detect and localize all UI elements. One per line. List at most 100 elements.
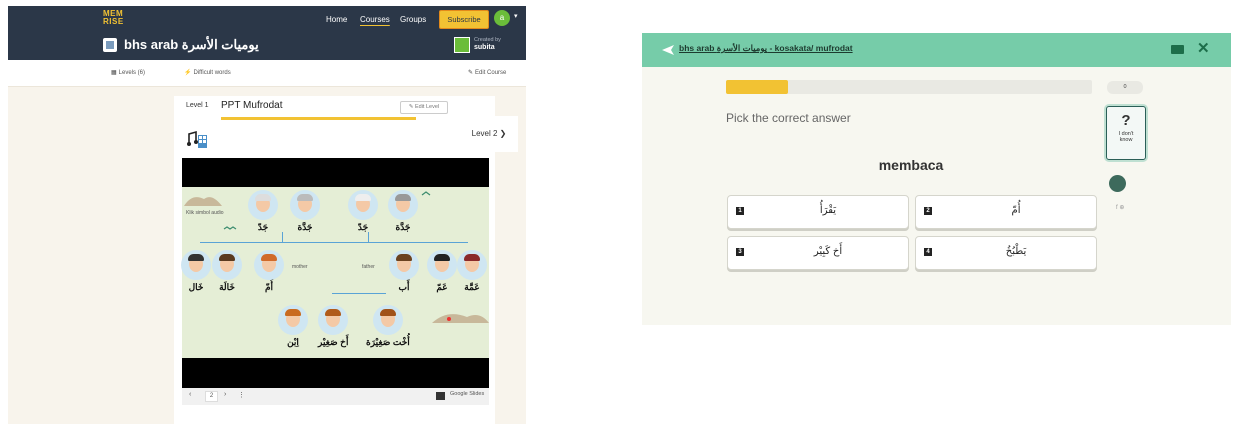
answer-option-2[interactable]: 2 أُمّ (915, 195, 1097, 229)
option-number: 4 (924, 248, 932, 256)
grid-icon: ▦ (111, 70, 117, 76)
option-text: يَقْرَأُ (819, 205, 837, 216)
quiz-header: bhs arab يوميات الأسرة - kosakata/ mufro… (642, 33, 1231, 67)
creator-name[interactable]: subita (474, 44, 495, 51)
slides-toolbar: ‹ 2 › ⋮ Google Slides (182, 388, 489, 405)
difficult-words-link[interactable]: ⚡ Difficult words (184, 69, 231, 76)
option-text: أُمّ (1011, 205, 1021, 216)
little-sister-portrait (372, 305, 403, 335)
memrise-logo[interactable]: MEM RISE (103, 10, 123, 26)
chevron-down-icon[interactable]: ▾ (514, 12, 518, 20)
question-prompt: Pick the correct answer (726, 111, 851, 125)
multimedia-icon (186, 130, 208, 150)
next-level-button[interactable]: Level 2 ❯ (460, 116, 518, 152)
keyboard-icon[interactable] (1171, 45, 1184, 54)
quiz-breadcrumb[interactable]: bhs arab يوميات الأسرة - kosakata/ mufro… (679, 43, 853, 54)
option-text: يَطْبُخُ (1005, 246, 1027, 257)
mem-icon[interactable] (1109, 175, 1126, 192)
lightning-icon: ⚡ (184, 70, 192, 76)
course-subnav: ▦ Levels (6) ⚡ Difficult words ✎ Edit Cours… (8, 60, 526, 87)
family-member-grandfather-right[interactable]: جَدّ (348, 190, 378, 233)
edit-level-button[interactable]: ✎ Edit Level (400, 101, 448, 114)
member-label: جَدّ (257, 222, 269, 232)
course-title: bhs arab يوميات الأسرة (124, 37, 259, 52)
google-slides-icon (436, 392, 445, 400)
edit-course-link[interactable]: ✎ Edit Course (468, 69, 506, 76)
aunt-portrait (212, 250, 242, 280)
grandmother-portrait (290, 190, 320, 220)
family-member-grandmother-left[interactable]: جَدَّة (290, 190, 320, 233)
more-options-icon[interactable]: ⋮ (238, 391, 245, 399)
tree-line (368, 242, 468, 243)
tree-line (332, 293, 386, 294)
top-nav: MEM RISE Home Courses Groups Subscribe a… (8, 6, 526, 60)
family-member-aunt-paternal[interactable]: عَمَّة (457, 250, 487, 293)
memrise-back-icon[interactable] (661, 44, 675, 56)
subscribe-button[interactable]: Subscribe (439, 10, 489, 29)
difficult-label: Difficult words (193, 70, 231, 76)
levels-link[interactable]: ▦ Levels (6) (111, 69, 145, 76)
title-underline (221, 117, 416, 120)
levels-label: Levels (6) (118, 70, 146, 76)
level-number: Level 1 (186, 102, 209, 109)
pencil-icon: ✎ (468, 70, 474, 76)
created-by-label: Created by (474, 37, 501, 43)
little-brother-portrait (318, 305, 349, 335)
tree-line (368, 232, 369, 243)
answer-option-3[interactable]: 3 أَخ كَبِيْر (727, 236, 909, 270)
google-slides-embed[interactable]: Klik simbol audio جَدّ جَدَّة جَدّ جَدَّ… (181, 158, 489, 405)
prev-slide-button[interactable]: ‹ (189, 391, 191, 398)
social-icons[interactable]: f ⊕ (1116, 204, 1124, 211)
mother-english-label: mother (292, 264, 308, 270)
answer-option-4[interactable]: 4 يَطْبُخُ (915, 236, 1097, 270)
uncle-portrait (181, 250, 211, 280)
idk-label: I don't know (1118, 131, 1134, 143)
family-member-uncle-maternal[interactable]: خَال (181, 250, 211, 293)
member-label: خَال (188, 282, 204, 292)
user-avatar[interactable]: a (494, 10, 510, 26)
family-member-father[interactable]: أَب (389, 250, 419, 293)
nav-groups[interactable]: Groups (400, 15, 426, 24)
close-icon[interactable]: ✕ (1197, 39, 1210, 57)
family-member-grandmother-right[interactable]: جَدَّة (388, 190, 418, 233)
creator-avatar[interactable] (454, 37, 470, 53)
option-number: 3 (736, 248, 744, 256)
family-member-little-brother[interactable]: أَخ صَغِيْر (318, 305, 348, 348)
edit-course-label: Edit Course (475, 70, 507, 76)
option-number: 1 (736, 207, 744, 215)
member-label: عَمَّة (464, 282, 480, 292)
member-label: خَالَة (219, 282, 235, 292)
family-member-uncle-paternal[interactable]: عَمّ (427, 250, 457, 293)
course-icon (103, 38, 117, 52)
uncle-portrait (427, 250, 457, 280)
i-dont-know-button[interactable]: ? I don't know (1106, 106, 1146, 160)
aunt-portrait (457, 250, 487, 280)
member-label: أُخْت صَغِيْرَة (366, 337, 410, 347)
father-portrait (389, 250, 419, 280)
course-page: MEM RISE Home Courses Groups Subscribe a… (8, 6, 526, 424)
slide-page-number[interactable]: 2 (205, 391, 218, 402)
answer-option-1[interactable]: 1 يَقْرَأُ (727, 195, 909, 229)
member-label: جَدّ (357, 222, 369, 232)
google-slides-label[interactable]: Google Slides (450, 391, 484, 397)
family-member-mother[interactable]: أُمّ (254, 250, 284, 293)
member-label: عَمّ (436, 282, 448, 292)
progress-fill (726, 80, 789, 94)
option-number: 2 (924, 207, 932, 215)
edit-level-label: Edit Level (414, 104, 440, 110)
nav-courses[interactable]: Courses (360, 15, 390, 24)
grandfather-portrait (348, 190, 378, 220)
level-title: PPT Mufrodat (221, 100, 283, 111)
family-tree-slide: Klik simbol audio جَدّ جَدَّة جَدّ جَدَّ… (181, 187, 489, 358)
family-member-grandfather-left[interactable]: جَدّ (248, 190, 278, 233)
family-member-little-sister[interactable]: أُخْت صَغِيْرَة (366, 305, 410, 348)
member-label: أَخ صَغِيْر (318, 337, 349, 347)
family-member-aunt-maternal[interactable]: خَالَة (212, 250, 242, 293)
member-label: اِبْن (287, 337, 299, 347)
grandfather-portrait (248, 190, 278, 220)
family-member-son[interactable]: اِبْن (278, 305, 308, 348)
nav-home[interactable]: Home (326, 15, 347, 24)
member-label: أُمّ (264, 282, 274, 292)
next-slide-button[interactable]: › (224, 391, 226, 398)
option-text: أَخ كَبِيْر (813, 246, 843, 257)
